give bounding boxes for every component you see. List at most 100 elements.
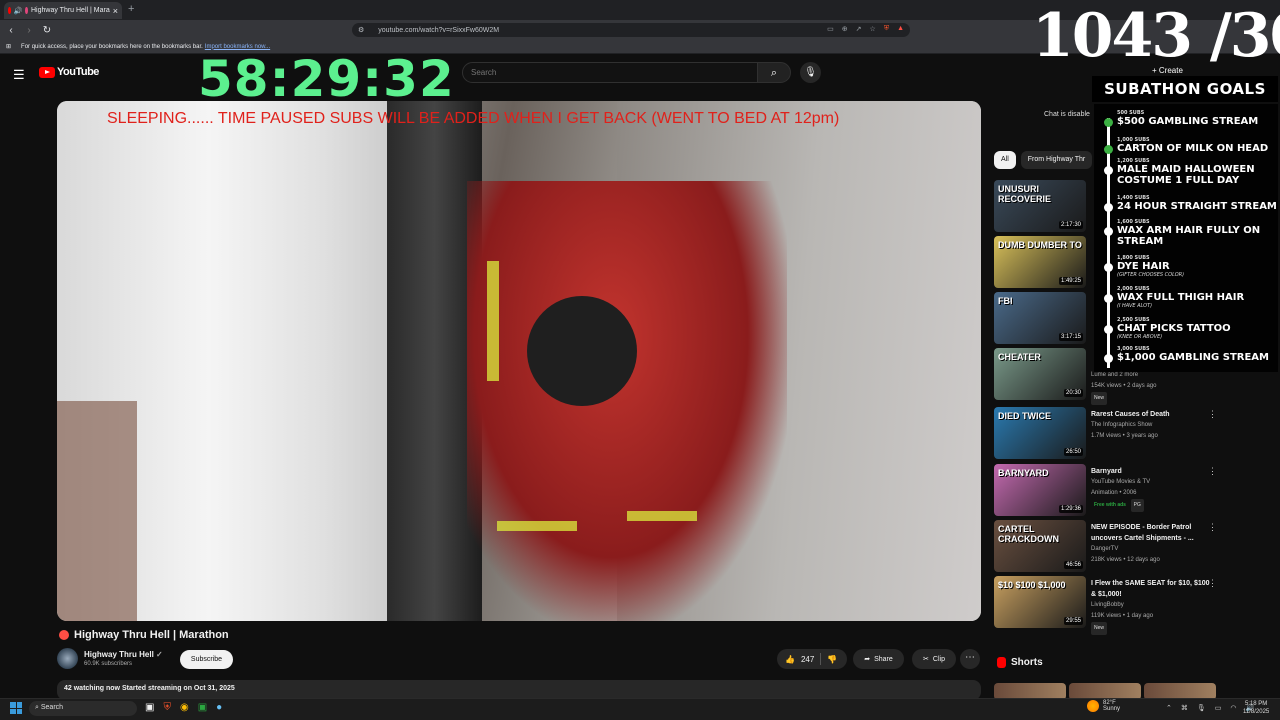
thumbnail-label: DUMB DUMBER TO [998,240,1082,250]
thumbs-up-icon[interactable]: 👍 [785,655,795,664]
video-player[interactable]: SLEEPING...... TIME PAUSED SUBS WILL BE … [57,101,981,621]
windows-start-icon[interactable] [10,702,22,714]
reflective-stripe [627,511,697,521]
clip-button[interactable]: ✂ Clip [912,649,956,669]
video-thumbnail[interactable]: CHEATER 20:30 [994,348,1086,400]
steam-icon[interactable]: ● [216,702,222,713]
goal-text: $500 GAMBLING STREAM [1117,116,1259,127]
recommendation-title[interactable]: I Flew the SAME SEAT for $10, $100 & $1,… [1091,578,1211,600]
recommendation-title[interactable]: Rarest Causes of Death [1091,409,1211,420]
task-view-icon[interactable]: ▣ [145,702,154,713]
live-dot-icon [25,7,28,14]
description-box[interactable]: 42 watching now Started streaming on Oct… [57,680,981,700]
voice-search-button[interactable]: 🎙 [800,62,821,83]
video-thumbnail[interactable]: $10 $100 $1,000 29:55 [994,576,1086,628]
apps-grid-icon[interactable]: ⊞ [6,43,11,50]
goal-item: 1,400 SUBS 24 HOUR STRAIGHT STREAM [1117,195,1277,212]
video-thumbnail[interactable]: CARTEL CRACKDOWN 46:56 [994,520,1086,572]
clock[interactable]: 5:18 PM 11/8/2025 [1243,700,1269,716]
youtube-logo-text: YouTube [57,66,99,78]
thumbnail-label: FBI [998,296,1013,306]
channel-avatar[interactable] [57,648,78,669]
reload-icon[interactable]: ↻ [40,25,54,36]
more-options-icon[interactable]: ⋮ [1208,409,1217,420]
site-info-icon[interactable]: ⚙ [358,26,364,34]
mic-tray-icon[interactable]: 🎙 [1197,704,1206,712]
goal-pending-icon [1104,354,1113,363]
share-label: Share [874,655,893,663]
zoom-icon[interactable]: ⊕ [842,25,848,33]
goals-header: SUBATHON GOALS [1092,76,1278,102]
recommendation-meta[interactable]: Rarest Causes of Death The Infographics S… [1091,409,1211,442]
subathon-timer: 58:29:32 [198,50,455,108]
forward-icon[interactable]: › [22,25,36,36]
shorts-header: Shorts [997,657,1043,668]
import-bookmarks-link[interactable]: Import bookmarks now... [205,44,270,50]
goal-item: 500 SUBS $500 GAMBLING STREAM [1117,110,1277,127]
recommendation-title[interactable]: NEW EPISODE - Border Patrol uncovers Car… [1091,522,1211,544]
share-icon: ➦ [864,656,871,663]
speaker-icon[interactable]: 🔊 [14,7,23,15]
more-options-icon[interactable]: ⋮ [1208,522,1217,533]
youtube-favicon-icon [8,7,11,14]
recommendation-meta[interactable]: NEW EPISODE - Border Patrol uncovers Car… [1091,522,1211,566]
goal-item: 3,000 SUBS $1,000 GAMBLING STREAM [1117,346,1277,363]
search-button[interactable]: ⌕ [757,62,791,83]
more-options-icon[interactable]: ⋮ [1208,466,1217,477]
video-thumbnail[interactable]: BARNYARD 1:29:36 [994,464,1086,516]
taskbar-search[interactable]: ⌕ Search [29,701,137,716]
share-page-icon[interactable]: ↗ [856,25,862,33]
omnibox[interactable]: ⚙ youtube.com/watch?v=rSixxFw60W2M ▭ ⊕ ↗… [352,23,910,37]
goal-text: CHAT PICKS TATTOO [1117,323,1231,334]
video-thumbnail[interactable]: DIED TWICE 26:50 [994,407,1086,459]
video-duration: 20:30 [1063,389,1083,397]
goal-text: WAX FULL THIGH HAIR [1117,292,1245,303]
browser-tab[interactable]: 🔊 Highway Thru Hell | Mara × [4,2,122,19]
tray-chevron-icon[interactable]: ⌃ [1166,704,1172,712]
chip-all[interactable]: All [994,151,1016,169]
chip-from-channel[interactable]: From Highway Thr [1020,151,1093,169]
recommendation-stats: 154K views • 2 days ago [1091,383,1157,389]
goal-subtext: (KNEE OR ABOVE) [1117,334,1163,340]
bookmark-star-icon[interactable]: ☆ [870,25,876,33]
recommendation-meta[interactable]: Lume and 2 more 154K views • 2 days ago Ne… [1091,370,1211,405]
video-title: Highway Thru Hell | Marathon [74,629,229,641]
brave-shield-icon[interactable]: ⛨ [884,25,889,33]
rewards-icon[interactable]: ▲ [897,25,904,33]
video-thumbnail[interactable]: UNUSURI RECOVERIE 2:17:30 [994,180,1086,232]
chrome-icon[interactable]: ◉ [180,702,189,713]
goal-item: 1,600 SUBS WAX ARM HAIR FULLY ON STREAM [1117,219,1277,247]
cast-icon[interactable]: ▭ [827,25,834,33]
video-thumbnail[interactable]: DUMB DUMBER TO 1:49:25 [994,236,1086,288]
goal-text: MALE MAID HALLOWEEN COSTUME 1 FULL DAY [1117,164,1255,186]
recommendation-title[interactable]: Barnyard [1091,466,1211,477]
search-input[interactable] [462,62,758,83]
share-button[interactable]: ➦ Share [853,649,904,669]
goal-item: 1,800 SUBS DYE HAIR (GIFTER CHOOSES COLOR) [1117,255,1277,278]
channel-name[interactable]: Highway Thru Hell [84,650,154,659]
free-badge: Free with ads [1094,502,1126,508]
recommendation-channel: YouTube Movies & TV [1091,479,1151,485]
hamburger-menu-icon[interactable]: ☰ [13,67,25,83]
network-icon[interactable]: ⌘ [1181,704,1188,712]
brave-browser-icon[interactable]: ⛨ [163,702,171,713]
like-count[interactable]: 247 [801,655,814,664]
video-duration: 3:17:15 [1058,333,1083,341]
subscribe-button[interactable]: Subscribe [180,650,233,669]
youtube-play-icon [39,66,55,78]
new-tab-button[interactable]: + [128,3,134,15]
more-actions-button[interactable]: ⋯ [960,649,980,669]
more-options-icon[interactable]: ⋮ [1208,578,1217,589]
back-icon[interactable]: ‹ [4,25,18,36]
video-worker [467,181,787,621]
thumbs-down-icon[interactable]: 👎 [827,655,837,664]
display-icon[interactable]: ▭ [1215,704,1222,712]
youtube-logo[interactable]: YouTube [39,66,99,78]
close-tab-icon[interactable]: × [113,6,118,16]
recommendation-meta[interactable]: Barnyard YouTube Movies & TV Animation • 2… [1091,466,1211,512]
recommendation-meta[interactable]: I Flew the SAME SEAT for $10, $100 & $1,… [1091,578,1211,635]
video-thumbnail[interactable]: FBI 3:17:15 [994,292,1086,344]
wifi-icon[interactable]: ◠ [1230,704,1236,712]
app-green-icon[interactable]: ▣ [198,702,207,713]
weather-widget[interactable]: 82°F Sunny [1087,700,1120,712]
